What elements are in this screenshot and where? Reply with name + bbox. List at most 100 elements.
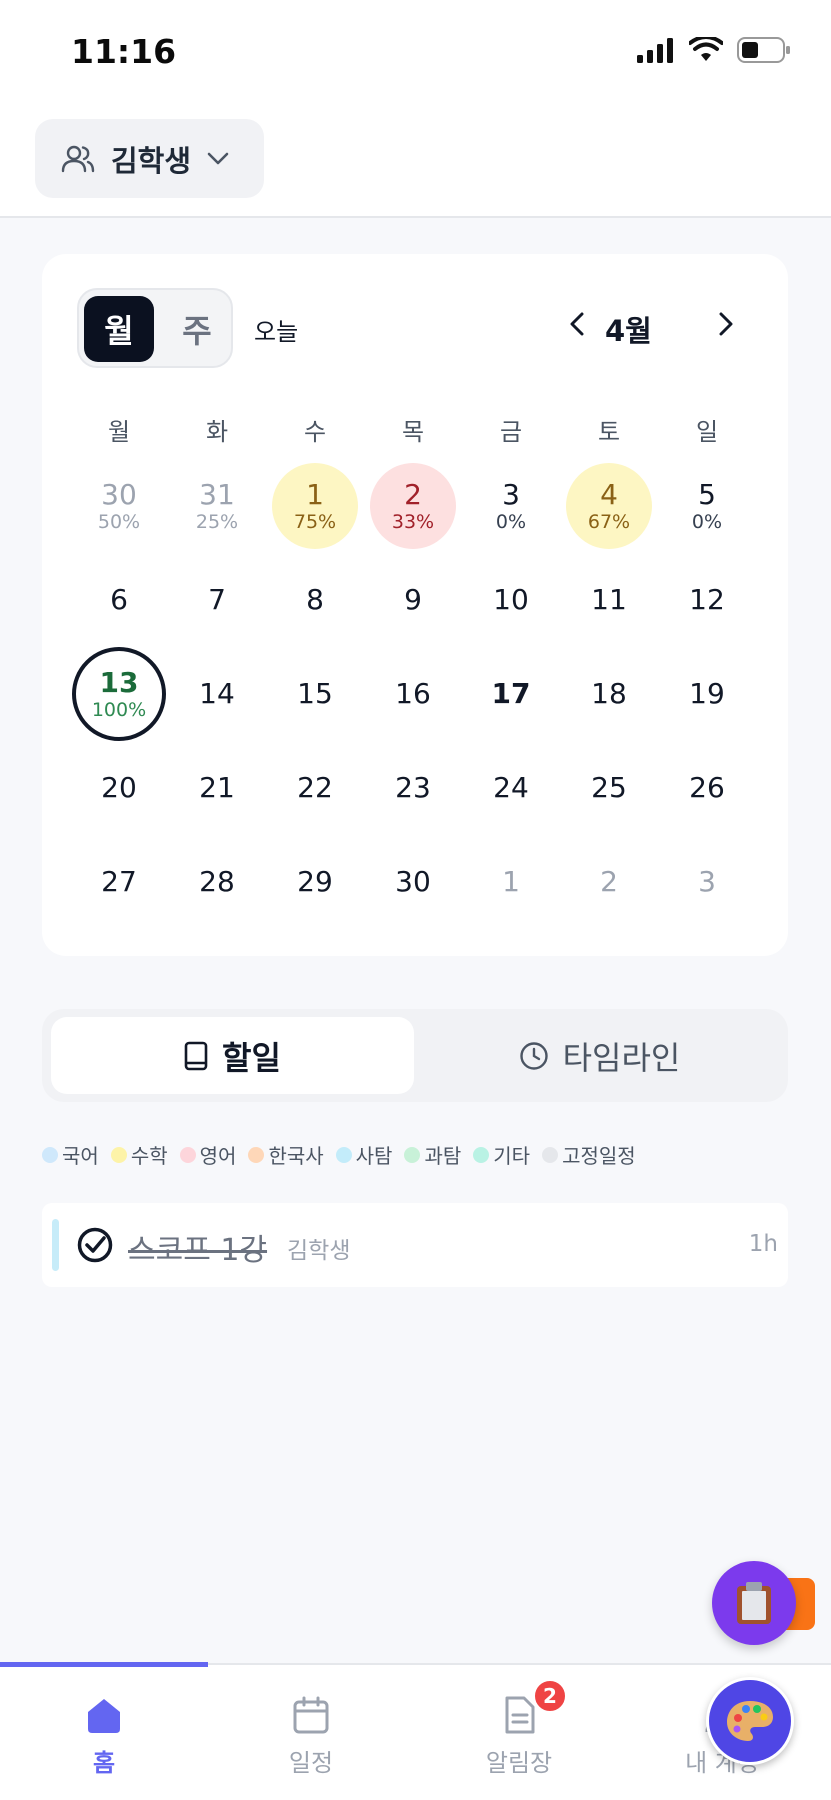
nav-notice[interactable]: 2 알림장 (419, 1679, 619, 1778)
day-circle: 11 (566, 557, 652, 643)
calendar-day[interactable]: 1 75% (266, 459, 364, 553)
day-circle: 3 0% (468, 463, 554, 549)
weekday-label: 수 (303, 418, 327, 446)
day-number: 25 (591, 771, 627, 804)
book-icon (184, 1041, 208, 1070)
calendar-day[interactable]: 24 (462, 741, 560, 835)
day-completion: 50% (97, 511, 141, 533)
calendar-day[interactable]: 23 (364, 741, 462, 835)
today-button[interactable]: 오늘 (254, 312, 298, 347)
day-number: 1 (306, 478, 324, 511)
day-circle: 13 100% (72, 647, 166, 741)
calendar-day[interactable]: 28 (168, 835, 266, 929)
weekday-label: 금 (499, 418, 523, 446)
day-completion: 25% (195, 511, 239, 533)
calendar-day[interactable]: 29 (266, 835, 364, 929)
view-tabs: 할일 타임라인 (42, 1009, 788, 1102)
day-circle: 15 (272, 651, 358, 737)
calendar-day[interactable]: 21 (168, 741, 266, 835)
clock-icon (519, 1041, 548, 1070)
day-number: 10 (493, 583, 529, 616)
calendar-day[interactable]: 20 (70, 741, 168, 835)
palette-fab[interactable] (706, 1677, 794, 1765)
day-circle: 21 (174, 745, 260, 831)
nav-home-label: 홈 (92, 1749, 116, 1777)
calendar-day[interactable]: 30 (364, 835, 462, 929)
tab-timeline[interactable]: 타임라인 (418, 1017, 781, 1094)
users-icon (61, 145, 95, 172)
day-circle: 18 (566, 651, 652, 737)
calendar-day[interactable]: 30 50% (70, 459, 168, 553)
calendar-day[interactable]: 10 (462, 553, 560, 647)
next-month-button[interactable] (706, 304, 746, 344)
day-number: 21 (199, 771, 235, 804)
legend-item: 과탐 (404, 1140, 461, 1169)
calendar-day[interactable]: 16 (364, 647, 462, 741)
day-number: 2 (404, 478, 422, 511)
tab-timeline-label: 타임라인 (562, 1038, 681, 1077)
calendar-day[interactable]: 25 (560, 741, 658, 835)
calendar-day[interactable]: 17 (462, 647, 560, 741)
day-number: 2 (600, 865, 618, 898)
student-selector[interactable]: 김학생 (35, 119, 264, 198)
legend-item: 사탐 (335, 1140, 392, 1169)
calendar-day[interactable]: 13 100% (70, 647, 168, 741)
calendar-day[interactable]: 18 (560, 647, 658, 741)
calendar-day[interactable]: 12 (658, 553, 756, 647)
day-number: 19 (689, 677, 725, 710)
calendar-day[interactable]: 2 (560, 835, 658, 929)
calendar-day[interactable]: 15 (266, 647, 364, 741)
legend-label: 과탐 (424, 1144, 462, 1168)
calendar-day[interactable]: 8 (266, 553, 364, 647)
tab-todo[interactable]: 할일 (51, 1017, 414, 1094)
nav-home[interactable]: 홈 (4, 1695, 204, 1778)
legend-label: 영어 (199, 1144, 237, 1168)
chevron-down-icon (207, 152, 229, 164)
legend-item: 한국사 (248, 1140, 324, 1169)
task-item[interactable]: 스코프 1강 김학생 1h (42, 1203, 788, 1287)
calendar-icon (293, 1696, 329, 1734)
calendar-day[interactable]: 2 33% (364, 459, 462, 553)
nav-schedule[interactable]: 일정 (211, 1695, 411, 1778)
student-name: 김학생 (111, 143, 192, 178)
nav-notice-label: 알림장 (485, 1749, 553, 1777)
calendar-day[interactable]: 19 (658, 647, 756, 741)
day-number: 31 (199, 478, 235, 511)
legend-dot (42, 1146, 58, 1163)
day-circle: 19 (664, 651, 750, 737)
calendar-day[interactable]: 14 (168, 647, 266, 741)
calendar-day[interactable]: 26 (658, 741, 756, 835)
calendar-day[interactable]: 31 25% (168, 459, 266, 553)
calendar-day[interactable]: 7 (168, 553, 266, 647)
calendar-day[interactable]: 6 (70, 553, 168, 647)
signal-icon (637, 38, 673, 63)
calendar-day[interactable]: 27 (70, 835, 168, 929)
day-number: 1 (502, 865, 520, 898)
day-number: 30 (395, 865, 431, 898)
legend-dot (110, 1146, 127, 1163)
day-number: 14 (199, 677, 235, 710)
calendar-day[interactable]: 3 0% (462, 459, 560, 553)
day-number: 28 (199, 865, 235, 898)
task-owner: 김학생 (287, 1238, 351, 1264)
calendar-day[interactable]: 1 (462, 835, 560, 929)
status-bar: 11:16 (0, 0, 831, 110)
calendar-day[interactable]: 9 (364, 553, 462, 647)
calendar-day[interactable]: 11 (560, 553, 658, 647)
prev-month-button[interactable] (557, 304, 597, 344)
clipboard-fab[interactable] (712, 1561, 796, 1645)
day-circle: 17 (468, 651, 554, 737)
calendar-day[interactable]: 3 (658, 835, 756, 929)
weekday-label: 일 (695, 418, 719, 446)
day-number: 24 (493, 771, 529, 804)
task-color-bar (52, 1219, 59, 1271)
month-view-button[interactable]: 월 (84, 296, 154, 362)
day-circle: 29 (272, 839, 358, 925)
calendar-day[interactable]: 22 (266, 741, 364, 835)
week-view-button[interactable]: 주 (162, 296, 232, 362)
check-circle-icon[interactable] (76, 1226, 114, 1264)
legend-dot (404, 1146, 421, 1163)
day-circle: 12 (664, 557, 750, 643)
calendar-day[interactable]: 4 67% (560, 459, 658, 553)
calendar-day[interactable]: 5 0% (658, 459, 756, 553)
